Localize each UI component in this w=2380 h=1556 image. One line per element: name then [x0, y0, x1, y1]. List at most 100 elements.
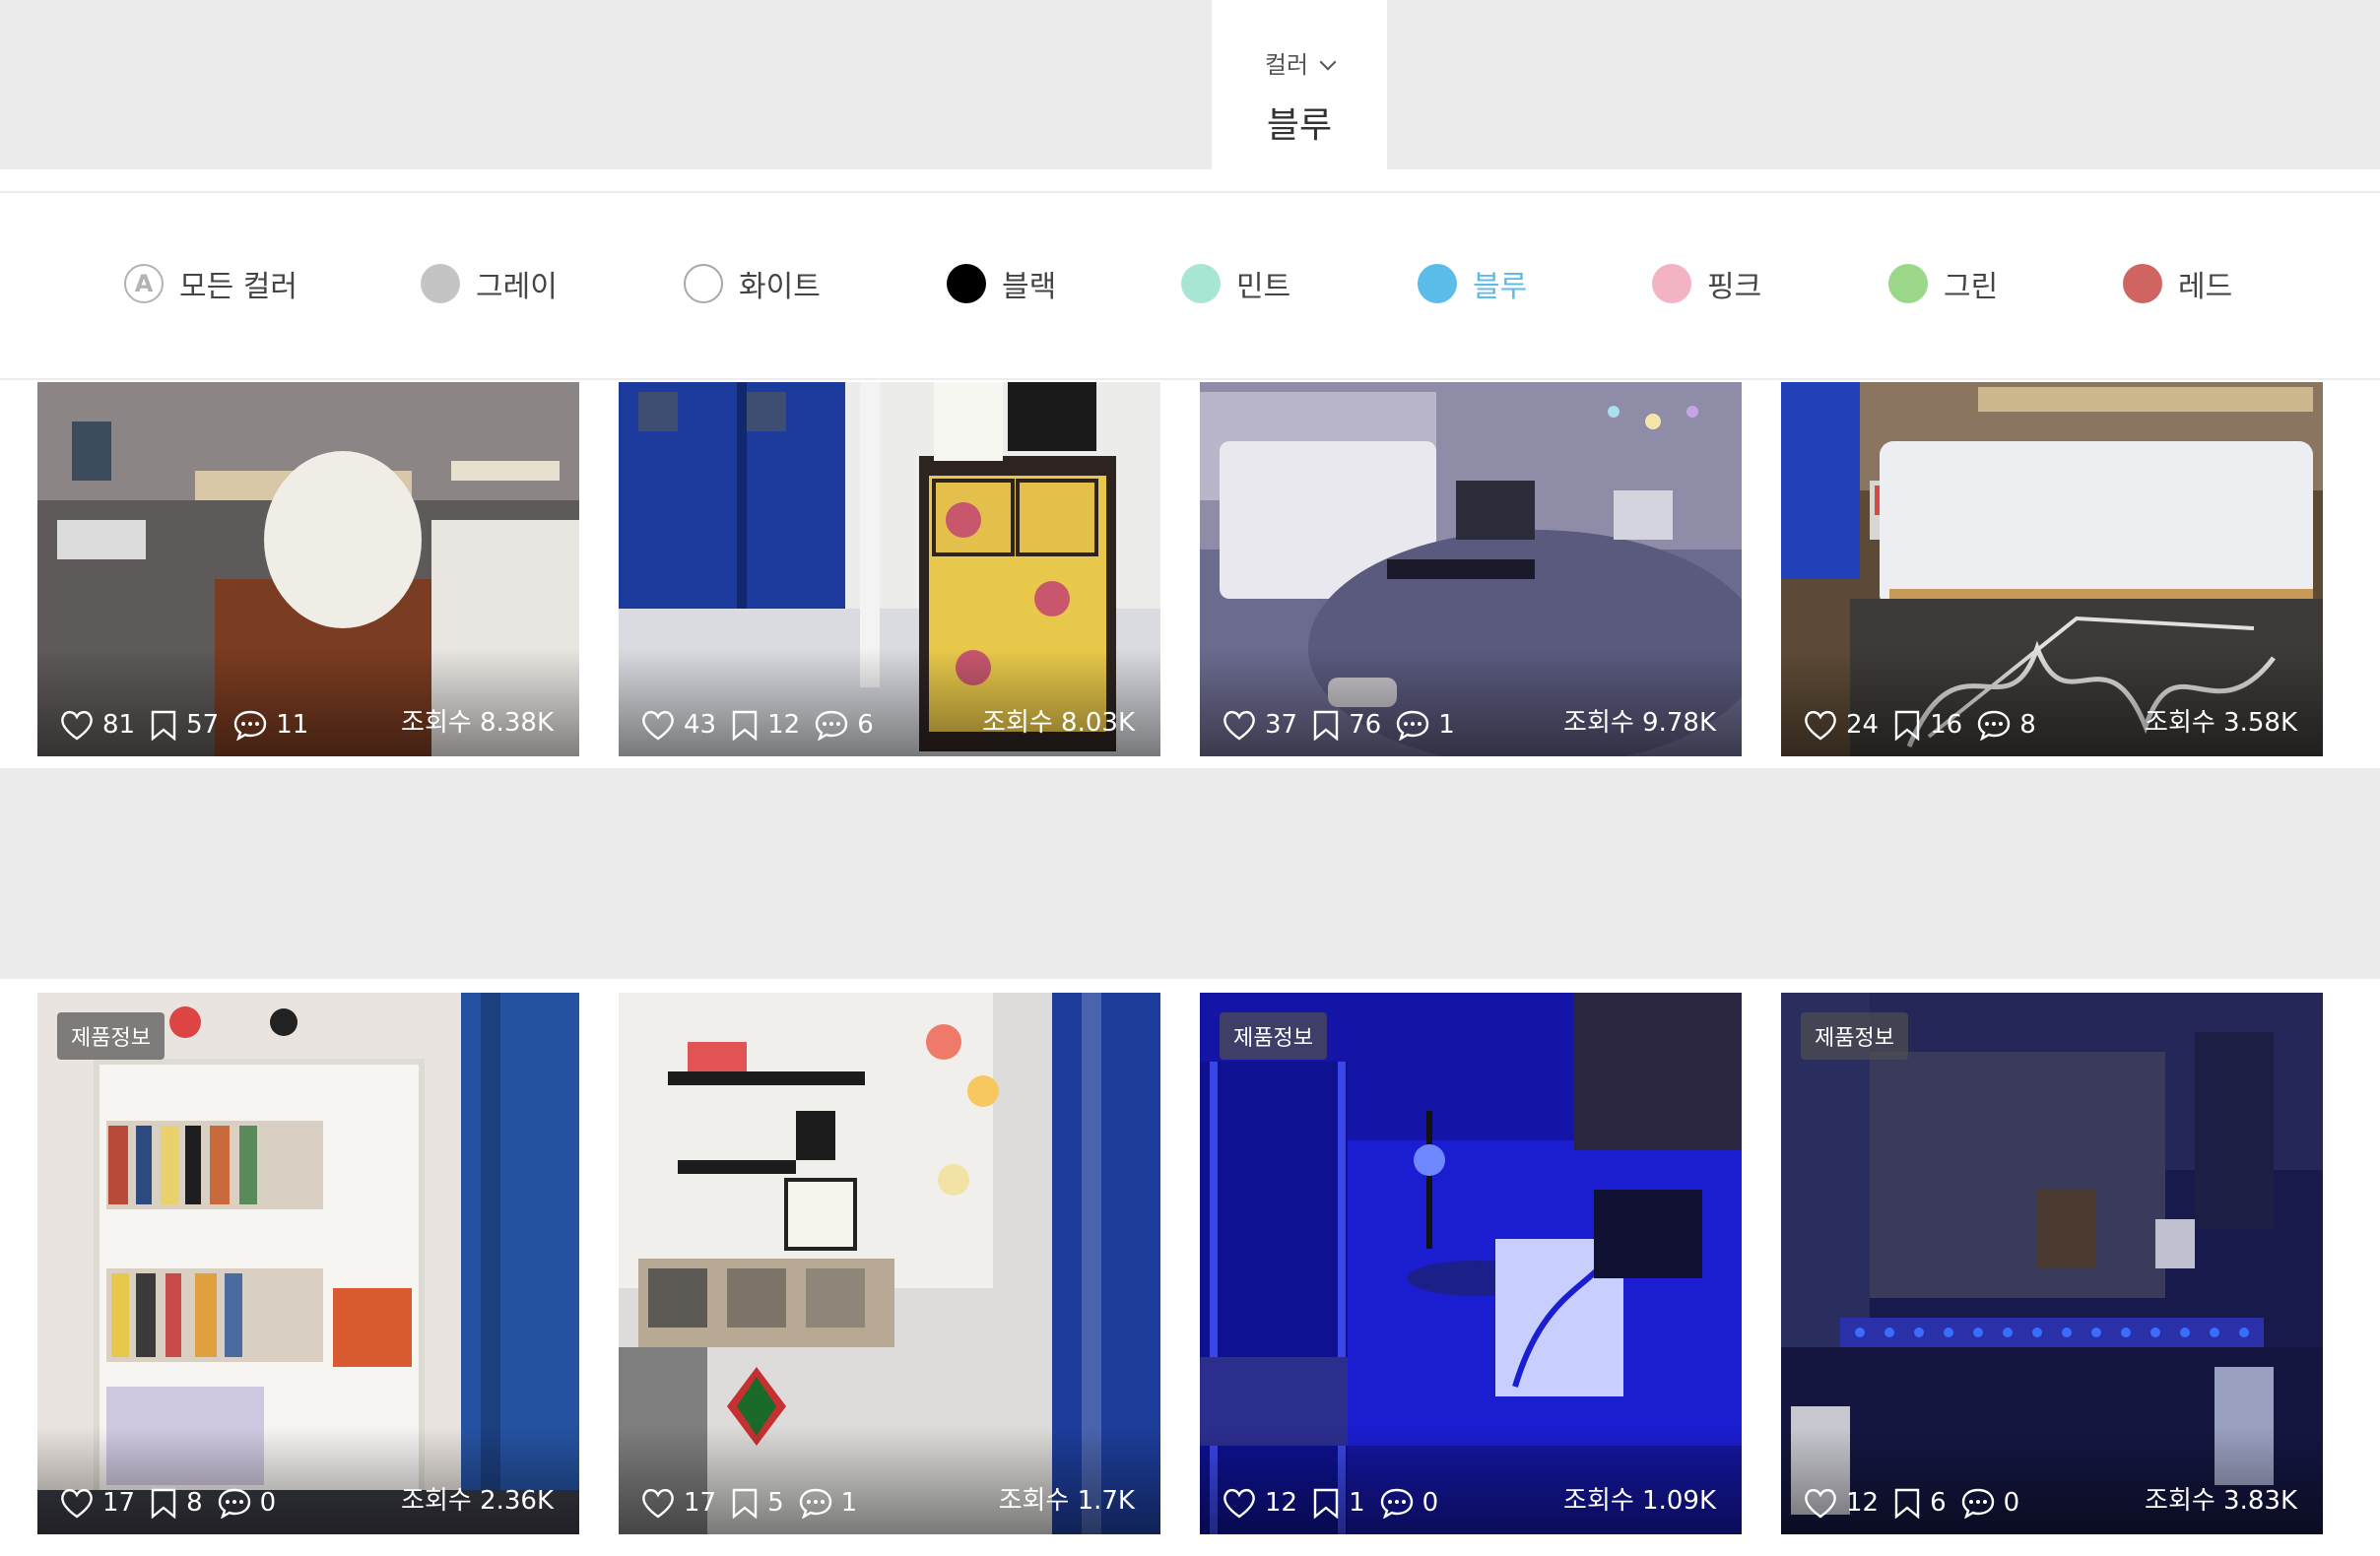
color-option-gray[interactable]: 그레이 [421, 262, 558, 305]
card-stats: 43 12 6 [640, 709, 888, 741]
card-stats: 37 76 1 [1222, 709, 1469, 741]
color-filter-label: 컬러 [1212, 45, 1387, 80]
chevron-down-icon [1319, 53, 1337, 71]
scrap-count: 76 [1349, 710, 1382, 740]
scrap-stat[interactable]: 12 [730, 709, 800, 741]
comment-count: 1 [1438, 710, 1455, 740]
photo-card[interactable]: 제품정보 12 6 0 조회수 3.83K [1781, 993, 2323, 1534]
comment-stat[interactable]: 0 [217, 1487, 277, 1519]
product-info-badge[interactable]: 제품정보 [1801, 1012, 1908, 1060]
like-count: 17 [684, 1488, 717, 1518]
color-option-green[interactable]: 그린 [1888, 262, 1998, 305]
scrap-count: 1 [1349, 1488, 1365, 1518]
product-info-badge[interactable]: 제품정보 [1220, 1012, 1327, 1060]
view-count: 조회수 8.03K [982, 708, 1135, 738]
color-option-black[interactable]: 블랙 [947, 262, 1056, 305]
filter-bar: 컬러 블루 [0, 0, 2380, 169]
comment-stat[interactable]: 0 [1960, 1487, 2019, 1519]
like-stat[interactable]: 81 [59, 709, 135, 741]
scrap-count: 8 [186, 1488, 203, 1518]
scrap-stat[interactable]: 16 [1892, 709, 1962, 741]
scrap-count: 6 [1930, 1488, 1947, 1518]
comment-stat[interactable]: 1 [1395, 709, 1455, 741]
photo-card[interactable]: 24 16 8 조회수 3.58K [1781, 382, 2323, 756]
scrap-stat[interactable]: 1 [1311, 1487, 1365, 1519]
card-stats: 24 16 8 [1803, 709, 2050, 741]
comment-stat[interactable]: 11 [232, 709, 308, 741]
heart-icon [61, 710, 93, 741]
scrap-stat[interactable]: 8 [149, 1487, 203, 1519]
scrap-count: 16 [1930, 710, 1963, 740]
scrap-stat[interactable]: 5 [730, 1487, 784, 1519]
color-option-label: 모든 컬러 [179, 270, 298, 304]
card-stats: 12 6 0 [1803, 1487, 2033, 1519]
scrap-stat[interactable]: 57 [149, 709, 219, 741]
comment-icon [233, 710, 267, 741]
like-stat[interactable]: 12 [1222, 1487, 1297, 1519]
like-stat[interactable]: 24 [1803, 709, 1879, 741]
like-stat[interactable]: 17 [640, 1487, 716, 1519]
product-info-badge[interactable]: 제품정보 [57, 1012, 165, 1060]
comment-icon [1977, 710, 2011, 741]
blue-swatch-icon [1418, 264, 1457, 303]
view-count: 조회수 9.78K [1563, 708, 1716, 738]
color-option-all[interactable]: A 모든 컬러 [124, 262, 298, 305]
white-swatch-icon [684, 264, 723, 303]
gray-swatch-icon [421, 264, 460, 303]
color-option-red[interactable]: 레드 [2123, 262, 2232, 305]
all-colors-icon: A [124, 264, 164, 303]
like-count: 24 [1846, 710, 1880, 740]
photo-card[interactable]: 37 76 1 조회수 9.78K [1200, 382, 1742, 756]
comment-stat[interactable]: 6 [814, 709, 874, 741]
photo-card[interactable]: 81 57 11 조회수 8.38K [37, 382, 579, 756]
color-option-label: 레드 [2178, 270, 2233, 304]
heart-icon [1805, 1488, 1836, 1519]
like-stat[interactable]: 12 [1803, 1487, 1879, 1519]
color-option-white[interactable]: 화이트 [684, 262, 821, 305]
like-stat[interactable]: 17 [59, 1487, 135, 1519]
like-stat[interactable]: 43 [640, 709, 716, 741]
color-option-label: 핑크 [1707, 270, 1762, 304]
view-count: 조회수 1.7K [998, 1486, 1135, 1516]
comment-icon [218, 1488, 250, 1519]
card-stats: 17 5 1 [640, 1487, 871, 1519]
red-swatch-icon [2123, 264, 2162, 303]
mint-swatch-icon [1181, 264, 1221, 303]
comment-icon [1380, 1488, 1413, 1519]
view-count: 조회수 2.36K [401, 1486, 554, 1516]
comment-count: 1 [840, 1488, 858, 1518]
photo-card[interactable]: 17 5 1 조회수 1.7K [619, 993, 1160, 1534]
comment-count: 0 [259, 1488, 277, 1518]
color-filter-value: 블루 [1266, 105, 1333, 146]
black-swatch-icon [947, 264, 986, 303]
color-option-label: 그레이 [476, 270, 558, 304]
comment-icon [1396, 710, 1429, 741]
scrap-stat[interactable]: 6 [1892, 1487, 1947, 1519]
like-count: 81 [102, 710, 136, 740]
heart-icon [1223, 1488, 1255, 1519]
color-option-mint[interactable]: 민트 [1181, 262, 1290, 305]
comment-stat[interactable]: 8 [1976, 709, 2036, 741]
photo-card[interactable]: 제품정보 17 8 0 조회수 2.36K [37, 993, 579, 1534]
bookmark-icon [732, 1488, 758, 1519]
heart-icon [642, 1488, 674, 1519]
bookmark-icon [1894, 710, 1920, 741]
comment-stat[interactable]: 0 [1379, 1487, 1438, 1519]
heart-icon [1805, 710, 1836, 741]
view-count: 조회수 1.09K [1563, 1486, 1716, 1516]
view-count: 조회수 3.58K [2145, 708, 2297, 738]
scrap-count: 5 [767, 1488, 784, 1518]
color-option-pink[interactable]: 핑크 [1652, 262, 1761, 305]
scrap-count: 12 [767, 710, 801, 740]
color-filter-tab[interactable]: 컬러 블루 [1212, 0, 1387, 169]
color-option-label: 그린 [1944, 270, 1999, 304]
photo-card[interactable]: 제품정보 12 1 0 조회수 1.09K [1200, 993, 1742, 1534]
like-stat[interactable]: 37 [1222, 709, 1297, 741]
comment-icon [799, 1488, 831, 1519]
comment-icon [1961, 1488, 1994, 1519]
comment-stat[interactable]: 1 [798, 1487, 858, 1519]
scrap-stat[interactable]: 76 [1311, 709, 1381, 741]
card-stats: 12 1 0 [1222, 1487, 1452, 1519]
photo-card[interactable]: 43 12 6 조회수 8.03K [619, 382, 1160, 756]
color-option-blue[interactable]: 블루 [1418, 262, 1527, 305]
